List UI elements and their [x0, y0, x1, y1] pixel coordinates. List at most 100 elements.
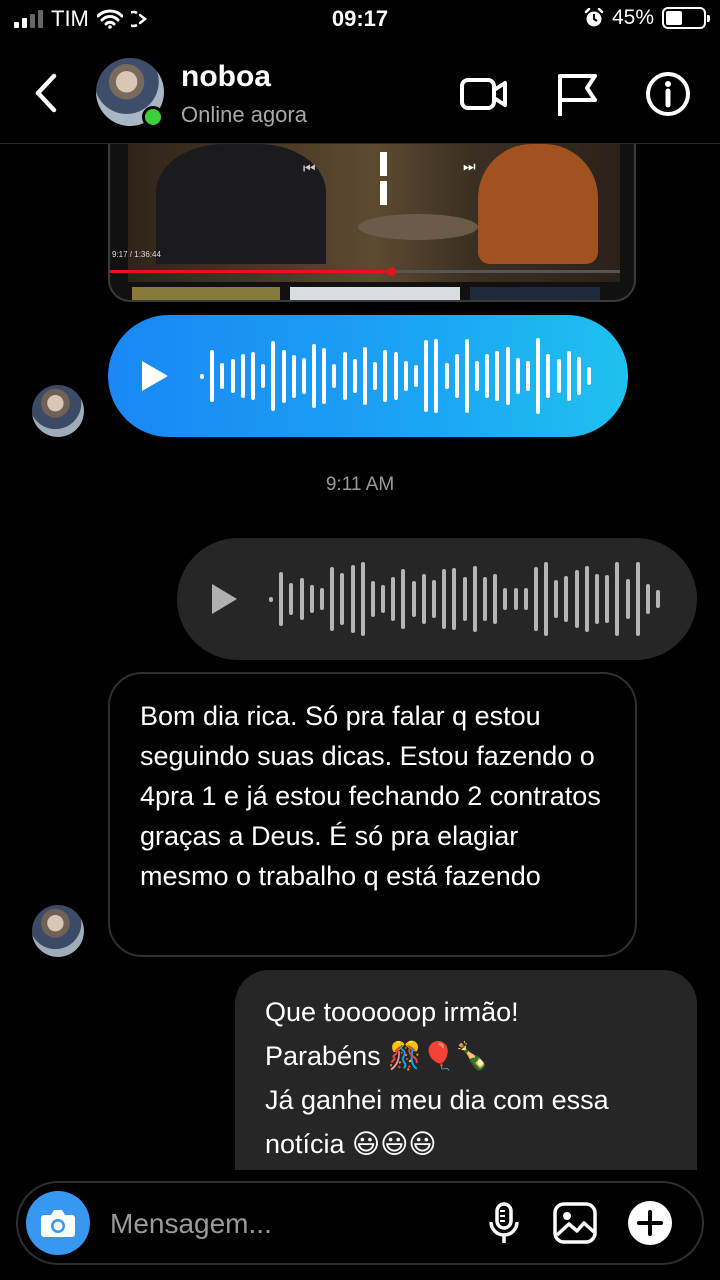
video-thumbnails [110, 287, 634, 300]
video-time: 9:17 / 1:36:44 [112, 250, 161, 259]
waveform-bar [576, 356, 581, 396]
video-thumbnail [132, 287, 280, 300]
waveform-bar [291, 354, 296, 398]
waveform-bar [411, 580, 416, 618]
waveform-bar [250, 351, 255, 401]
waveform-bar [271, 341, 276, 411]
play-icon[interactable] [142, 361, 168, 391]
voice-waveform [269, 558, 666, 640]
waveform-bar [210, 350, 215, 402]
camera-button[interactable] [26, 1191, 90, 1255]
waveform-bar [625, 579, 630, 619]
waveform-bar [523, 588, 528, 610]
waveform-bar [554, 580, 559, 618]
waveform-bar [393, 352, 398, 400]
video-person-left [156, 144, 326, 264]
waveform-bar [472, 565, 477, 633]
waveform-bar [352, 359, 357, 393]
waveform-bar [383, 350, 388, 402]
voice-message-incoming[interactable] [108, 315, 628, 437]
waveform-bar [656, 590, 661, 608]
add-icon[interactable] [626, 1199, 674, 1247]
voice-message-outgoing[interactable] [177, 538, 697, 660]
waveform-bar [269, 596, 273, 602]
status-right: 45% [584, 6, 710, 30]
video-call-icon[interactable] [458, 68, 510, 120]
waveform-bar [312, 344, 317, 408]
chat-header: noboa Online agora [0, 46, 720, 144]
video-thumbnail [470, 287, 600, 300]
waveform-bar [546, 353, 551, 399]
waveform-bar [536, 338, 541, 414]
waveform-bar [505, 347, 510, 405]
camera-icon [41, 1210, 75, 1237]
waveform-bar [434, 338, 439, 414]
waveform-bar [615, 561, 620, 637]
waveform-bar [200, 373, 204, 379]
waveform-bar [240, 353, 245, 399]
waveform-bar [645, 584, 650, 614]
message-composer [16, 1181, 704, 1265]
status-bar: TIM 09:17 45% [0, 0, 720, 40]
waveform-bar [360, 561, 365, 637]
waveform-bar [444, 362, 449, 390]
waveform-bar [381, 584, 386, 614]
video-progress[interactable] [110, 267, 620, 276]
waveform-bar [403, 361, 408, 391]
video-progress-knob[interactable] [386, 267, 396, 276]
shared-video-card[interactable]: ⏮ ⏭ 9:17 / 1:36:44 [108, 144, 636, 302]
waveform-bar [373, 361, 378, 391]
back-chevron-icon[interactable] [26, 68, 66, 118]
sender-avatar[interactable] [32, 385, 84, 437]
message-outgoing[interactable]: Que toooooop irmão! Parabéns 🎊🎈🍾 Já ganh… [235, 970, 697, 1170]
microphone-icon[interactable] [480, 1199, 528, 1247]
waveform-bar [513, 587, 518, 611]
online-indicator [142, 106, 164, 128]
waveform-bar [421, 573, 426, 625]
message-line: Já ganhei meu dia com essa [265, 1085, 609, 1115]
waveform-bar [544, 561, 549, 637]
battery-percent: 45% [611, 6, 654, 29]
waveform-bar [584, 565, 589, 633]
play-icon[interactable] [212, 584, 237, 614]
message-timestamp: 9:11 AM [325, 474, 395, 495]
waveform-bar [566, 350, 571, 402]
waveform-bar [299, 577, 304, 621]
contact-name[interactable]: noboa [181, 60, 271, 94]
waveform-bar [350, 564, 355, 634]
flag-icon[interactable] [551, 68, 603, 120]
waveform-bar [462, 576, 467, 622]
waveform-bar [464, 339, 469, 413]
message-line: notícia 😃😃😃 [265, 1129, 437, 1159]
waveform-bar [322, 347, 327, 405]
next-icon[interactable]: ⏭ [463, 158, 476, 175]
waveform-bar [587, 367, 592, 385]
waveform-bar [515, 358, 520, 394]
waveform-bar [319, 588, 324, 610]
waveform-bar [432, 580, 436, 618]
message-line: Parabéns 🎊🎈🍾 [265, 1041, 489, 1071]
message-incoming[interactable]: Bom dia rica. Só pra falar q estou segui… [108, 672, 637, 957]
waveform-bar [442, 569, 447, 629]
info-icon[interactable] [642, 68, 694, 120]
voice-waveform [200, 335, 597, 417]
waveform-bar [401, 568, 406, 630]
waveform-bar [413, 364, 418, 388]
message-input[interactable] [108, 1203, 452, 1245]
sender-avatar[interactable] [32, 905, 84, 957]
waveform-bar [526, 361, 530, 391]
video-frame[interactable]: ⏮ ⏭ [128, 144, 620, 282]
gallery-icon[interactable] [551, 1199, 599, 1247]
alarm-icon [584, 8, 604, 27]
waveform-bar [533, 566, 538, 632]
waveform-bar [279, 571, 284, 627]
waveform-bar [454, 353, 459, 399]
video-thumbnail [290, 287, 460, 300]
previous-icon[interactable]: ⏮ [303, 160, 316, 177]
video-table [358, 214, 478, 240]
waveform-bar [574, 570, 579, 628]
waveform-bar [485, 354, 490, 398]
pause-icon[interactable] [380, 152, 404, 205]
waveform-bar [503, 587, 508, 611]
waveform-bar [332, 363, 337, 389]
